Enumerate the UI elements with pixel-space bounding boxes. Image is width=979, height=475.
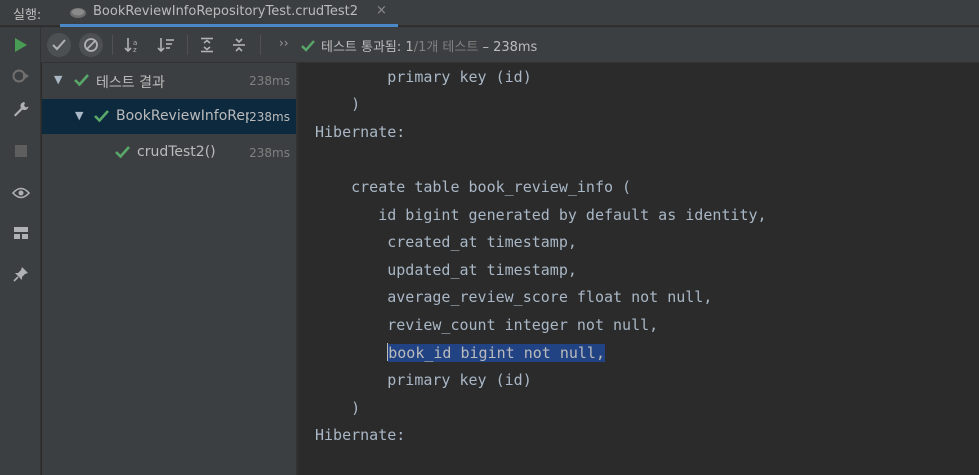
show-passed-button[interactable] [47, 33, 71, 57]
show-ignored-icon [84, 38, 98, 52]
show-passed-icon [52, 39, 66, 51]
layout-button[interactable] [9, 221, 33, 245]
rerun-icon [15, 38, 27, 52]
run-tab[interactable]: BookReviewInfoRepositoryTest.crudTest2 × [60, 0, 398, 27]
toolbar-separator [260, 35, 261, 55]
stop-icon [15, 145, 27, 157]
settings-button[interactable] [9, 97, 33, 121]
tree-row-root[interactable]: ▼ 테스트 결과 238ms [42, 63, 296, 98]
collapse-all-button[interactable] [227, 33, 251, 57]
tree-row-time: 238ms [249, 110, 290, 124]
console-output[interactable]: primary key (id) ) Hibernate: create tab… [298, 63, 979, 475]
sort-alpha-icon: a z [124, 38, 137, 53]
selected-text: book_id bigint not null, [388, 344, 605, 362]
show-ignored-button[interactable] [79, 33, 103, 57]
run-tab-title: BookReviewInfoRepositoryTest.crudTest2 [93, 4, 359, 19]
console-line-selected: book_id bigint not null, [315, 340, 605, 367]
wrench-icon [14, 102, 29, 117]
console-line: Hibernate: [315, 123, 406, 141]
run-tool-strip [0, 27, 41, 475]
test-run-icon [70, 8, 86, 18]
toolbar-separator [112, 35, 113, 55]
console-line: Hibernate: [315, 426, 406, 444]
status-passed-text: 테스트 통과됨: 1 [321, 40, 414, 55]
test-status: 테스트 통과됨: 1/1개 테스트 – 238ms [301, 36, 537, 55]
tree-row-label: 테스트 결과 [96, 75, 165, 91]
stop-button[interactable] [9, 139, 33, 163]
tree-row-time: 238ms [249, 146, 290, 160]
pass-check-icon [301, 40, 315, 52]
console-line: average_review_score float not null, [315, 288, 713, 306]
expand-all-button[interactable] [195, 33, 219, 57]
console-indent [315, 344, 387, 362]
pin-button[interactable] [9, 262, 33, 286]
console-line: updated_at timestamp, [315, 261, 577, 279]
status-time-text: – 238ms [482, 40, 538, 55]
tree-row-test-method[interactable]: crudTest2() 238ms [42, 135, 296, 170]
console-line: ) [315, 399, 361, 417]
chevron-down-icon[interactable]: ▼ [54, 73, 62, 86]
collapse-all-icon [233, 38, 245, 52]
console-line: create table book_review_info ( [315, 178, 632, 196]
expand-all-icon [201, 37, 213, 53]
rerun-failed-button[interactable] [9, 64, 33, 88]
tree-row-label: crudTest2() [137, 144, 216, 160]
svg-text:z: z [133, 46, 137, 53]
rerun-failed-icon [12, 69, 29, 83]
pass-check-icon [115, 146, 130, 159]
layout-icon [14, 227, 28, 239]
tree-row-label: BookReviewInfoRepositoryTest [116, 108, 250, 124]
run-tab-bar: 실행: BookReviewInfoRepositoryTest.crudTes… [0, 0, 979, 27]
console-line: primary key (id) [315, 68, 532, 86]
test-toolbar: a z ›› 테스트 통과됨: 1/1개 테스트 – 238ms [41, 27, 979, 63]
pass-check-icon [94, 110, 109, 123]
view-button[interactable] [9, 181, 33, 205]
tree-row-time: 238ms [249, 74, 290, 88]
console-line: ) [315, 95, 361, 113]
console-line: primary key (id) [315, 371, 532, 389]
pin-icon [13, 267, 28, 282]
sort-by-duration-button[interactable] [154, 33, 178, 57]
eye-icon [12, 187, 30, 199]
run-label: 실행: [13, 8, 42, 23]
tree-row-test-class[interactable]: ▼ BookReviewInfoRepositoryTest 238ms [42, 99, 296, 134]
close-icon[interactable]: × [376, 3, 387, 18]
console-line: created_at timestamp, [315, 233, 577, 251]
sort-duration-icon [157, 38, 174, 53]
pass-check-icon [74, 74, 89, 87]
more-actions-chevron-icon[interactable]: ›› [279, 36, 289, 50]
console-line: id bigint generated by default as identi… [315, 206, 767, 224]
toolbar-separator [187, 35, 188, 55]
rerun-button[interactable] [9, 33, 33, 57]
chevron-down-icon[interactable]: ▼ [75, 109, 83, 122]
sort-alphabetically-button[interactable]: a z [121, 33, 145, 57]
status-count-text: /1개 테스트 [413, 40, 479, 55]
console-line: review_count integer not null, [315, 316, 659, 334]
test-results-tree: ▼ 테스트 결과 238ms ▼ BookReviewInfoRepositor… [42, 63, 296, 475]
